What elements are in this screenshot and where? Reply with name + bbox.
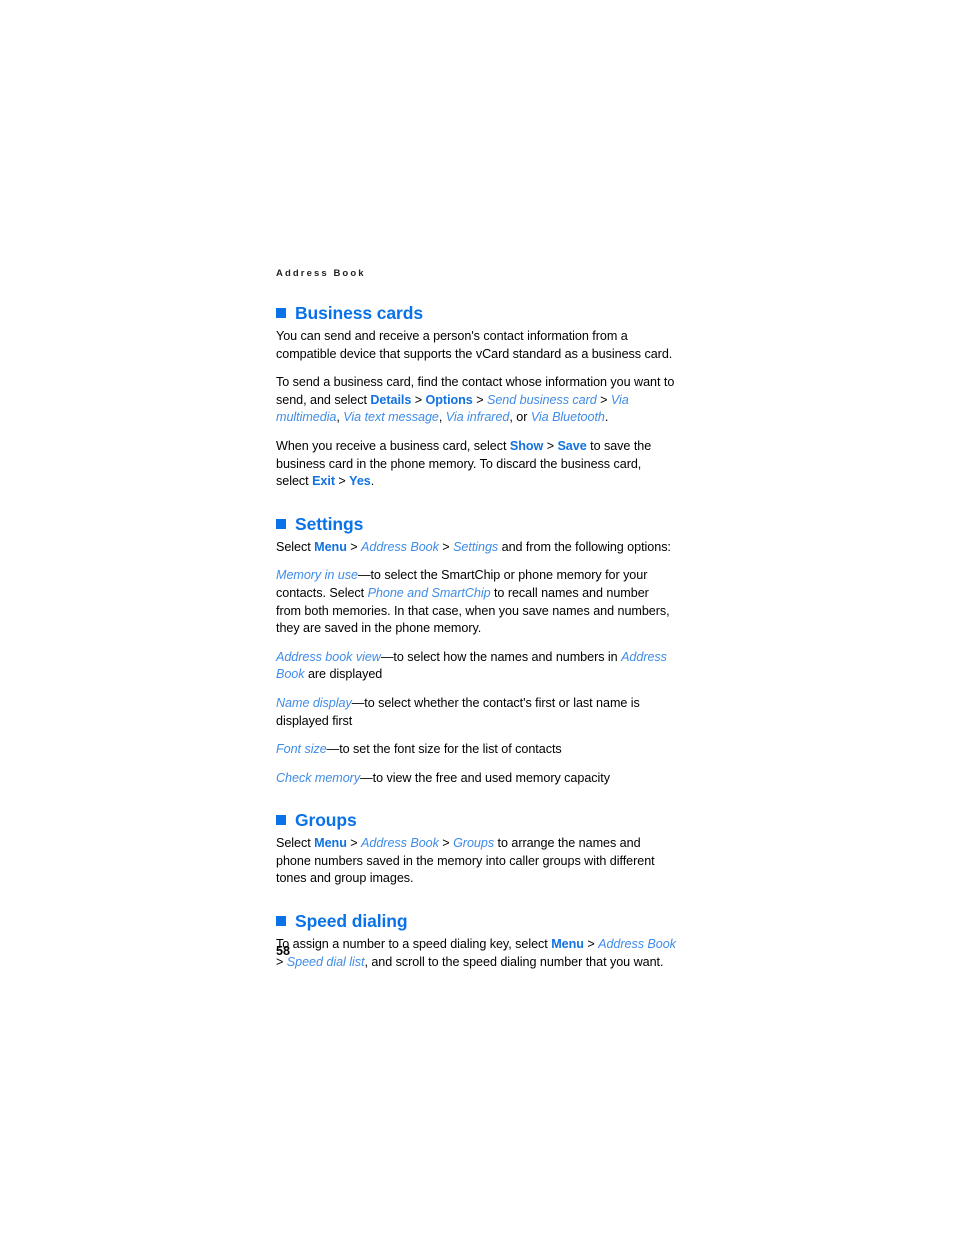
running-head: Address Book <box>276 268 366 279</box>
section-heading-business-cards: Business cards <box>276 302 676 324</box>
page-number: 58 <box>276 944 291 958</box>
body-text: When you receive a business card, select <box>276 438 510 453</box>
body-text: —to view the free and used memory capaci… <box>360 770 610 785</box>
menu-path-text: Settings <box>453 539 499 554</box>
document-page: { "page": { "running_head": "Address Boo… <box>0 0 954 1235</box>
body-text: and from the following options: <box>498 539 671 554</box>
ui-key-text: Details <box>370 392 412 407</box>
section-heading-label: Groups <box>295 810 357 831</box>
blue-square-icon <box>276 518 286 529</box>
menu-path-text: Address Book <box>361 836 439 851</box>
sections-container: Business cards You can send and receive a… <box>276 302 676 971</box>
section-heading-settings: Settings <box>276 513 676 535</box>
page-content-column: Address Book Business cards You can send … <box>276 268 676 971</box>
paragraph-se-p3: Address book view—to select how the name… <box>276 649 676 684</box>
body-text: , or <box>509 410 531 425</box>
body-text: Select <box>276 836 315 851</box>
paragraph-se-p5: Font size—to set the font size for the l… <box>276 741 676 759</box>
body-text: To assign a number to a speed dialing ke… <box>276 937 552 952</box>
ui-key-text: Exit <box>312 474 335 489</box>
body-text: . <box>604 410 609 425</box>
path-separator: > <box>346 539 362 554</box>
menu-path-text: Groups <box>453 836 495 851</box>
menu-path-text: Via infrared <box>445 410 510 425</box>
blue-square-icon <box>276 308 286 318</box>
section-heading-label: Business cards <box>295 303 423 323</box>
menu-path-text: Name display <box>276 695 352 710</box>
ui-key-text: Menu <box>551 937 584 952</box>
section-heading-groups: Groups <box>276 809 676 831</box>
paragraph-sd-p1: To assign a number to a speed dialing ke… <box>276 936 676 971</box>
section-settings: Settings Select Menu > Address Book > Set… <box>276 513 676 788</box>
ui-key-text: Save <box>557 438 587 453</box>
body-text: are displayed <box>304 667 383 682</box>
menu-path-text: Check memory <box>276 770 361 785</box>
paragraph-bc-p2: To send a business card, find the contac… <box>276 374 676 427</box>
menu-path-text: Address Book <box>598 937 676 952</box>
body-text: , <box>438 410 446 425</box>
menu-path-text: Via Bluetooth <box>530 410 605 425</box>
body-text: . <box>370 474 375 489</box>
path-separator: > <box>583 937 599 952</box>
menu-path-text: Phone and SmartChip <box>367 585 491 600</box>
section-heading-speed-dialing: Speed dialing <box>276 910 676 932</box>
path-separator: > <box>472 392 487 407</box>
menu-path-text: Via text message <box>343 410 439 425</box>
menu-path-text: Send business card <box>486 392 597 407</box>
paragraph-bc-p1: You can send and receive a person's cont… <box>276 328 676 363</box>
blue-square-icon <box>276 916 286 927</box>
paragraph-se-p2: Memory in use—to select the SmartChip or… <box>276 567 676 637</box>
paragraph-se-p6: Check memory—to view the free and used m… <box>276 770 676 788</box>
ui-key-text: Show <box>509 438 544 453</box>
body-text: —to select how the names and numbers in <box>380 649 622 664</box>
path-separator: > <box>334 474 350 489</box>
paragraph-bc-p3: When you receive a business card, select… <box>276 438 676 491</box>
ui-key-text: Menu <box>314 836 347 851</box>
path-separator: > <box>411 392 426 407</box>
menu-path-text: Address Book <box>361 539 439 554</box>
blue-square-icon <box>276 815 286 826</box>
section-heading-label: Speed dialing <box>295 911 408 932</box>
body-text: , and scroll to the speed dialing number… <box>364 954 664 969</box>
paragraph-se-p4: Name display—to select whether the conta… <box>276 695 676 730</box>
body-text: —to set the font size for the list of co… <box>326 742 562 757</box>
paragraph-gr-p1: Select Menu > Address Book > Groups to a… <box>276 835 676 888</box>
paragraph-se-p1: Select Menu > Address Book > Settings an… <box>276 539 676 557</box>
menu-path-text: Speed dial list <box>286 954 365 969</box>
section-groups: Groups Select Menu > Address Book > Group… <box>276 809 676 888</box>
body-text: Select <box>276 539 315 554</box>
menu-path-text: Font size <box>276 742 327 757</box>
ui-key-text: Options <box>425 392 473 407</box>
ui-key-text: Menu <box>314 539 347 554</box>
path-separator: > <box>346 836 362 851</box>
path-separator: > <box>438 836 454 851</box>
section-heading-label: Settings <box>295 513 364 534</box>
menu-path-text: Address book view <box>276 649 381 664</box>
path-separator: > <box>543 438 558 453</box>
section-business-cards: Business cards You can send and receive a… <box>276 302 676 491</box>
section-speed-dialing: Speed dialing To assign a number to a spe… <box>276 910 676 971</box>
menu-path-text: Memory in use <box>276 568 358 583</box>
path-separator: > <box>596 392 611 407</box>
ui-key-text: Yes <box>349 474 371 489</box>
body-text: You can send and receive a person's cont… <box>276 329 673 361</box>
path-separator: > <box>438 539 454 554</box>
